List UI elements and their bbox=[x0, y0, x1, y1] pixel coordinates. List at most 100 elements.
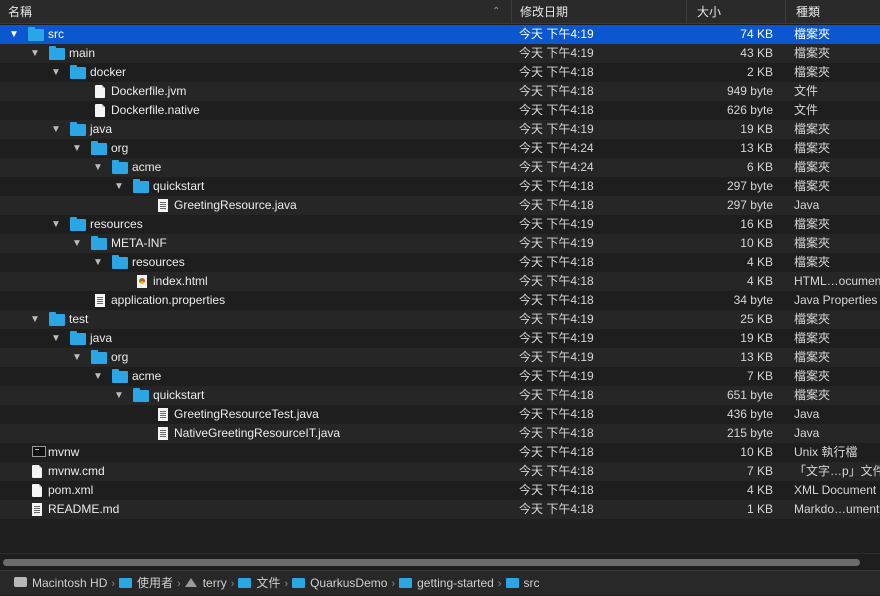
file-row[interactable]: ▼ docker 今天 下午4:18 2 KB 檔案夾 bbox=[0, 63, 880, 82]
file-size: 74 KB bbox=[740, 27, 773, 41]
file-row[interactable]: ▼ src 今天 下午4:19 74 KB 檔案夾 bbox=[0, 25, 880, 44]
file-name: org bbox=[111, 141, 129, 155]
file-row[interactable]: Dockerfile.native 今天 下午4:18 626 byte 文件 bbox=[0, 101, 880, 120]
breadcrumb-item[interactable]: QuarkusDemo bbox=[292, 571, 387, 595]
file-row[interactable]: ▼ META-INF 今天 下午4:19 10 KB 檔案夾 bbox=[0, 234, 880, 253]
breadcrumb-label: QuarkusDemo bbox=[310, 576, 388, 590]
column-header-size[interactable]: 大小 bbox=[687, 0, 786, 24]
file-row[interactable]: mvnw 今天 下午4:18 10 KB Unix 執行檔 bbox=[0, 443, 880, 462]
file-kind: 檔案夾 bbox=[794, 331, 831, 345]
file-row[interactable]: ▼ quickstart 今天 下午4:18 651 byte 檔案夾 bbox=[0, 386, 880, 405]
file-row[interactable]: application.properties 今天 下午4:18 34 byte Ja… bbox=[0, 291, 880, 310]
file-row[interactable]: ▼ resources 今天 下午4:19 16 KB 檔案夾 bbox=[0, 215, 880, 234]
file-list: ▼ src 今天 下午4:19 74 KB 檔案夾 ▼ main 今天 下午4:19 43 KB… bbox=[0, 25, 880, 538]
column-header: 名稱 ⌃ 修改日期 大小 種類 bbox=[0, 0, 880, 24]
file-name: GreetingResourceTest.java bbox=[174, 407, 319, 421]
file-row[interactable]: ▼ org 今天 下午4:24 13 KB 檔案夾 bbox=[0, 139, 880, 158]
file-row[interactable]: Dockerfile.jvm 今天 下午4:18 949 byte 文件 bbox=[0, 82, 880, 101]
file-date: 今天 下午4:18 bbox=[519, 65, 594, 79]
horizontal-scrollbar[interactable] bbox=[0, 553, 880, 571]
file-row[interactable]: ▼ quickstart 今天 下午4:18 297 byte 檔案夾 bbox=[0, 177, 880, 196]
disclosure-triangle-icon[interactable]: ▼ bbox=[71, 234, 83, 253]
file-name: quickstart bbox=[153, 388, 205, 402]
disclosure-triangle-icon[interactable]: ▼ bbox=[92, 253, 104, 272]
file-kind: 檔案夾 bbox=[794, 141, 831, 155]
file-size: 34 byte bbox=[733, 293, 773, 307]
file-size: 1 KB bbox=[746, 502, 773, 516]
home-icon bbox=[184, 578, 197, 587]
file-row[interactable]: GreetingResourceTest.java 今天 下午4:18 436 by… bbox=[0, 405, 880, 424]
disclosure-triangle-icon[interactable]: ▼ bbox=[29, 310, 41, 329]
chevron-up-icon[interactable]: ⌃ bbox=[492, 0, 500, 24]
file-row[interactable]: README.md 今天 下午4:18 1 KB Markdo…ument bbox=[0, 500, 880, 519]
file-date: 今天 下午4:19 bbox=[519, 350, 594, 364]
breadcrumb-item[interactable]: 文件 bbox=[238, 571, 280, 595]
file-date: 今天 下午4:18 bbox=[519, 274, 594, 288]
file-row[interactable]: ▼ test 今天 下午4:19 25 KB 檔案夾 bbox=[0, 310, 880, 329]
file-name: mvnw bbox=[48, 445, 80, 459]
file-row[interactable]: pom.xml 今天 下午4:18 4 KB XML Document bbox=[0, 481, 880, 500]
disclosure-triangle-icon[interactable]: ▼ bbox=[50, 215, 62, 234]
file-name: resources bbox=[132, 255, 185, 269]
file-row[interactable]: index.html 今天 下午4:18 4 KB HTML…ocumen bbox=[0, 272, 880, 291]
file-name: main bbox=[69, 46, 96, 60]
disclosure-triangle-icon[interactable]: ▼ bbox=[92, 158, 104, 177]
breadcrumb-item[interactable]: terry bbox=[184, 571, 227, 595]
disclosure-triangle-icon[interactable]: ▼ bbox=[71, 139, 83, 158]
file-kind: 檔案夾 bbox=[794, 65, 831, 79]
disclosure-triangle-icon[interactable]: ▼ bbox=[92, 367, 104, 386]
file-row[interactable]: ▼ java 今天 下午4:19 19 KB 檔案夾 bbox=[0, 329, 880, 348]
disclosure-triangle-icon[interactable]: ▼ bbox=[50, 120, 62, 139]
file-row[interactable]: ▼ acme 今天 下午4:19 7 KB 檔案夾 bbox=[0, 367, 880, 386]
folder-icon bbox=[70, 122, 86, 136]
scrollbar-thumb[interactable] bbox=[3, 559, 860, 566]
column-header-date[interactable]: 修改日期 bbox=[512, 0, 687, 24]
column-header-kind[interactable]: 種類 bbox=[786, 0, 880, 24]
file-size: 297 byte bbox=[726, 198, 773, 212]
disclosure-triangle-icon[interactable]: ▼ bbox=[71, 348, 83, 367]
file-date: 今天 下午4:24 bbox=[519, 160, 594, 174]
file-size: 19 KB bbox=[740, 331, 773, 345]
file-size: 297 byte bbox=[726, 179, 773, 193]
file-row[interactable]: mvnw.cmd 今天 下午4:18 7 KB 「文字…p」文件 bbox=[0, 462, 880, 481]
breadcrumb-item[interactable]: src bbox=[505, 571, 540, 595]
disclosure-triangle-icon[interactable]: ▼ bbox=[50, 329, 62, 348]
chevron-right-icon: › bbox=[284, 578, 289, 590]
file-name: README.md bbox=[48, 502, 120, 516]
file-date: 今天 下午4:24 bbox=[519, 141, 594, 155]
disclosure-triangle-icon[interactable]: ▼ bbox=[113, 177, 125, 196]
file-row[interactable]: ▼ java 今天 下午4:19 19 KB 檔案夾 bbox=[0, 120, 880, 139]
file-row[interactable]: ▼ org 今天 下午4:19 13 KB 檔案夾 bbox=[0, 348, 880, 367]
file-kind: 檔案夾 bbox=[794, 46, 831, 60]
file-date: 今天 下午4:18 bbox=[519, 426, 594, 440]
folder-icon bbox=[70, 65, 86, 79]
disclosure-triangle-icon[interactable]: ▼ bbox=[8, 25, 20, 44]
chevron-right-icon: › bbox=[177, 578, 181, 590]
file-date: 今天 下午4:19 bbox=[519, 236, 594, 250]
folder-icon bbox=[91, 236, 107, 250]
file-kind: 檔案夾 bbox=[794, 369, 831, 383]
chevron-right-icon: › bbox=[230, 578, 235, 590]
folder-icon bbox=[112, 255, 128, 269]
breadcrumb-item[interactable]: getting-started bbox=[399, 571, 494, 595]
file-row[interactable]: ▼ main 今天 下午4:19 43 KB 檔案夾 bbox=[0, 44, 880, 63]
folder-icon bbox=[49, 46, 65, 60]
breadcrumb-item[interactable]: 使用者 bbox=[119, 571, 173, 595]
disclosure-triangle-icon[interactable]: ▼ bbox=[29, 44, 41, 63]
folder-icon bbox=[49, 312, 65, 326]
file-date: 今天 下午4:18 bbox=[519, 179, 594, 193]
file-row[interactable]: NativeGreetingResourceIT.java 今天 下午4:18 21… bbox=[0, 424, 880, 443]
file-date: 今天 下午4:18 bbox=[519, 388, 594, 402]
file-date: 今天 下午4:19 bbox=[519, 369, 594, 383]
folder-icon bbox=[133, 179, 149, 193]
breadcrumb-item[interactable]: Macintosh HD bbox=[14, 571, 107, 595]
disclosure-triangle-icon[interactable]: ▼ bbox=[113, 386, 125, 405]
file-row[interactable]: ▼ acme 今天 下午4:24 6 KB 檔案夾 bbox=[0, 158, 880, 177]
file-row[interactable]: GreetingResource.java 今天 下午4:18 297 byte Ja… bbox=[0, 196, 880, 215]
column-header-name[interactable]: 名稱 bbox=[0, 0, 512, 24]
file-size: 16 KB bbox=[740, 217, 773, 231]
disclosure-triangle-icon[interactable]: ▼ bbox=[50, 63, 62, 82]
file-kind: 檔案夾 bbox=[794, 312, 831, 326]
text-file-icon bbox=[95, 294, 105, 307]
file-row[interactable]: ▼ resources 今天 下午4:18 4 KB 檔案夾 bbox=[0, 253, 880, 272]
